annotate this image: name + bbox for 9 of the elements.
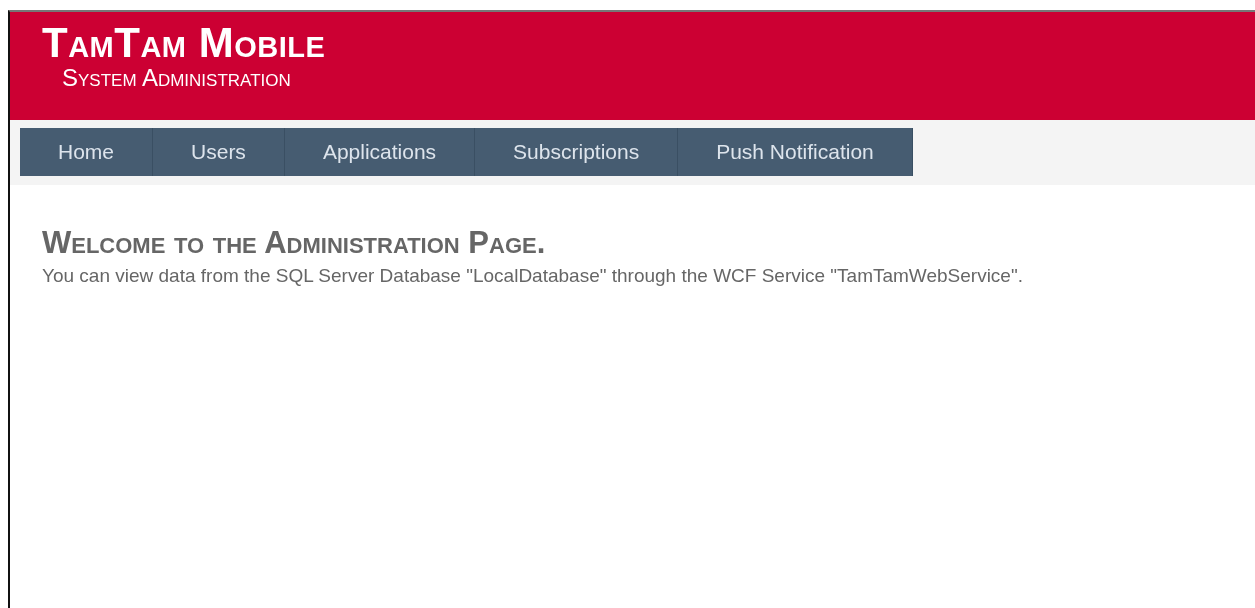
site-subtitle: System Administration [61,64,292,92]
intro-text: You can view data from the SQL Server Database "LocalDatabase" through the WCF Service "TamTamWebService". [42,265,1024,287]
page-heading: Welcome to the Administration Page. [42,225,547,261]
nav-tab[interactable]: Applications [284,128,476,176]
nav-tab[interactable]: Push Notification [678,128,913,176]
nav-tab[interactable]: Subscriptions [475,128,679,176]
site-title: TamTam Mobile [42,22,327,64]
nav-tab[interactable]: Users [153,128,285,176]
nav-tab[interactable]: Home [20,128,154,176]
